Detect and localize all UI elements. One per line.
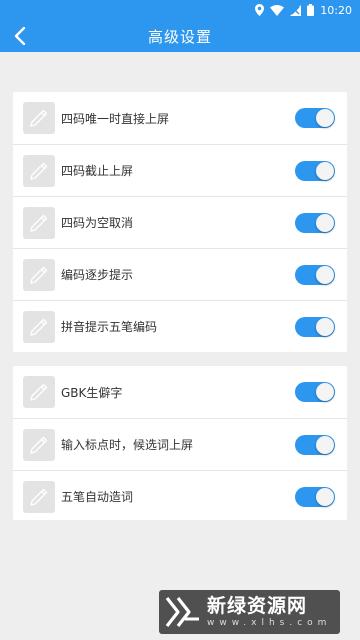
setting-row: 编码逐步提示: [13, 248, 347, 300]
toggle-knob: [316, 487, 334, 506]
toggle-knob: [316, 213, 334, 232]
pencil-icon: [23, 154, 55, 187]
toggle-knob: [316, 265, 334, 284]
pencil-icon: [23, 310, 55, 343]
toggle-knob: [316, 109, 334, 127]
battery-icon: [307, 4, 315, 16]
setting-label: 四码截止上屏: [61, 164, 134, 178]
setting-label: 输入标点时，候选词上屏: [61, 438, 194, 452]
pencil-icon: [23, 102, 55, 134]
settings-group-1: 四码唯一时直接上屏 四码截止上屏 四码为空取消 编码逐步提示 拼音提示五笔编码: [13, 92, 347, 352]
pencil-icon: [23, 428, 55, 461]
setting-row: 四码为空取消: [13, 196, 347, 248]
pencil-icon: [23, 206, 55, 239]
setting-toggle[interactable]: [295, 160, 335, 181]
settings-group-2: GBK生僻字 输入标点时，候选词上屏 五笔自动造词: [13, 366, 347, 520]
setting-label: 四码为空取消: [61, 216, 134, 230]
signal-icon: [290, 4, 302, 16]
setting-toggle[interactable]: [295, 264, 335, 285]
toggle-knob: [316, 435, 334, 454]
setting-label: 拼音提示五笔编码: [61, 320, 158, 334]
setting-row: GBK生僻字: [13, 366, 347, 418]
chevron-left-icon: [14, 27, 26, 45]
setting-toggle[interactable]: [295, 212, 335, 233]
setting-label: 编码逐步提示: [61, 268, 134, 282]
setting-toggle[interactable]: [295, 316, 335, 337]
wifi-icon: [270, 4, 285, 16]
toggle-knob: [316, 161, 334, 180]
pencil-icon: [23, 376, 55, 408]
setting-toggle[interactable]: [295, 108, 335, 128]
setting-toggle[interactable]: [295, 382, 335, 402]
status-time: 10:20: [320, 3, 352, 17]
page-title: 高级设置: [147, 27, 212, 46]
watermark-url: www.xlhs.com: [207, 617, 332, 628]
setting-row: 拼音提示五笔编码: [13, 300, 347, 352]
setting-label: 四码唯一时直接上屏: [61, 111, 170, 126]
setting-label: GBK生僻字: [61, 385, 123, 400]
setting-row: 四码唯一时直接上屏: [13, 92, 347, 144]
setting-row: 五笔自动造词: [13, 470, 347, 522]
location-icon: [255, 4, 265, 16]
pencil-icon: [23, 258, 55, 291]
toggle-knob: [316, 317, 334, 336]
pencil-icon: [23, 480, 55, 513]
setting-toggle[interactable]: [295, 434, 335, 455]
app-bar: 高级设置: [0, 20, 360, 52]
back-button[interactable]: [6, 22, 34, 50]
status-bar: 10:20: [0, 0, 360, 20]
watermark: 新绿资源网 www.xlhs.com: [159, 590, 340, 634]
setting-row: 四码截止上屏: [13, 144, 347, 196]
toggle-knob: [316, 383, 334, 401]
setting-label: 五笔自动造词: [61, 490, 134, 504]
watermark-logo-icon: [165, 597, 199, 627]
setting-toggle[interactable]: [295, 486, 335, 507]
setting-row: 输入标点时，候选词上屏: [13, 418, 347, 470]
watermark-title: 新绿资源网: [207, 594, 308, 617]
